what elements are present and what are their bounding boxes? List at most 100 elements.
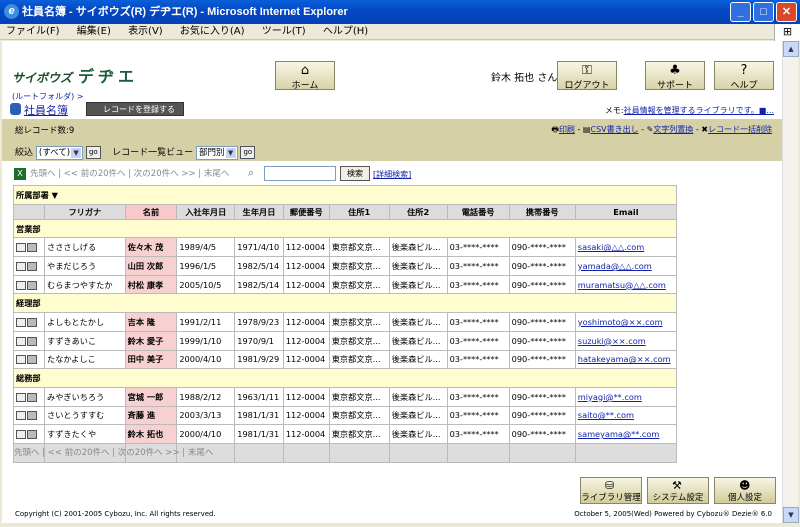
support-button[interactable]: ♣ サポート xyxy=(645,61,705,91)
help-button[interactable]: ? ヘルプ xyxy=(714,61,774,91)
view-go-button[interactable]: go xyxy=(240,146,256,159)
logout-button[interactable]: ⚿ ログアウト xyxy=(557,61,617,91)
email-link[interactable]: yamada@△△.com xyxy=(578,261,652,271)
table-cell[interactable]: miyagi@**.com xyxy=(574,386,678,407)
edit-record-icon[interactable] xyxy=(27,411,37,421)
view-record-icon[interactable] xyxy=(16,392,26,402)
memo-link[interactable]: 社員情報を管理するライブラリです。■... xyxy=(624,106,774,115)
personal-settings-button[interactable]: ☻ 個人設定 xyxy=(714,477,776,504)
vertical-scrollbar[interactable]: ▲ ▼ xyxy=(782,41,799,523)
breadcrumb[interactable]: (ルートフォルダ) > xyxy=(12,91,84,102)
csv-export-link[interactable]: CSV書き出し xyxy=(590,125,638,134)
view-record-icon[interactable] xyxy=(16,280,26,290)
view-record-icon[interactable] xyxy=(16,430,26,440)
view-record-icon[interactable] xyxy=(16,261,26,271)
advanced-search-link[interactable]: [詳細検索] xyxy=(373,169,411,180)
view-record-icon[interactable] xyxy=(16,355,26,365)
close-button[interactable]: ✕ xyxy=(776,2,797,22)
table-row[interactable]: さいとうすすむ 斉藤 進 2003/3/13 1981/1/31 112-0004 東京都… xyxy=(12,405,678,426)
menu-favorites[interactable]: お気に入り(A) xyxy=(180,26,245,37)
table-row[interactable]: むらまつやすたか 村松 康孝 2005/10/5 1982/5/14 112-0004 東… xyxy=(12,274,678,295)
scroll-down-icon[interactable]: ▼ xyxy=(783,507,799,523)
system-settings-button[interactable]: ⚒ システム設定 xyxy=(647,477,709,504)
table-cell[interactable]: muramatsu@△△.com xyxy=(574,274,678,295)
table-cell[interactable]: suzuki@××.com xyxy=(574,330,678,351)
column-header[interactable]: 住所1 xyxy=(328,203,390,220)
table-cell[interactable]: saito@**.com xyxy=(574,405,678,426)
search-input[interactable] xyxy=(264,166,336,181)
page-content: サイボウズ デヂエ ⌂ ホーム 鈴木 拓也 さん ⚿ ログアウト ♣ サポート ? ヘルプ… xyxy=(2,41,782,523)
menu-edit[interactable]: 編集(E) xyxy=(77,26,111,37)
email-link[interactable]: suzuki@××.com xyxy=(578,336,646,346)
email-link[interactable]: saito@**.com xyxy=(578,410,634,420)
table-cell[interactable]: hatakeyama@××.com xyxy=(574,349,678,370)
minimize-button[interactable]: _ xyxy=(730,2,751,22)
home-button[interactable]: ⌂ ホーム xyxy=(275,61,335,91)
edit-record-icon[interactable] xyxy=(27,336,37,346)
print-link[interactable]: 印刷 xyxy=(559,125,575,134)
cell-value: 後楽森ビル... xyxy=(391,335,441,346)
bulk-delete-link[interactable]: レコード一括削除 xyxy=(708,125,772,134)
sort-icon[interactable]: ▼ xyxy=(52,190,58,200)
table-cell[interactable]: yoshimoto@××.com xyxy=(574,312,678,332)
view-record-icon[interactable] xyxy=(16,317,26,327)
table-row[interactable]: みやぎいちろう 宮城 一郎 1988/2/12 1963/1/11 112-0004 東京… xyxy=(12,386,678,407)
email-link[interactable]: yoshimoto@××.com xyxy=(578,317,663,327)
edit-record-icon[interactable] xyxy=(27,392,37,402)
table-cell[interactable]: sasaki@△△.com xyxy=(574,237,678,258)
column-header[interactable]: フリガナ xyxy=(44,203,126,220)
edit-record-icon[interactable] xyxy=(27,355,37,365)
excel-icon[interactable]: X xyxy=(14,167,26,180)
email-link[interactable]: sameyama@**.com xyxy=(578,429,660,439)
column-header[interactable]: 生年月日 xyxy=(234,203,284,220)
menu-file[interactable]: ファイル(F) xyxy=(6,26,60,37)
view-record-icon[interactable] xyxy=(16,336,26,346)
table-row[interactable]: やまだじろう 山田 次郎 1996/1/5 1982/5/14 112-0004 東京都文… xyxy=(12,256,678,276)
filter-label: 絞込 xyxy=(15,148,34,158)
filter-go-button[interactable]: go xyxy=(85,146,101,159)
email-link[interactable]: hatakeyama@××.com xyxy=(578,354,671,364)
menu-tools[interactable]: ツール(T) xyxy=(262,26,306,37)
maximize-button[interactable]: □ xyxy=(753,2,774,22)
column-header[interactable]: 住所2 xyxy=(388,203,448,220)
table-row[interactable]: すずきあいこ 鈴木 愛子 1999/1/10 1970/9/1 112-0004 東京都文… xyxy=(12,330,678,351)
replace-link[interactable]: 文字列置換 xyxy=(653,125,693,134)
search-button[interactable]: 検索 xyxy=(340,166,370,181)
edit-record-icon[interactable] xyxy=(27,317,37,327)
cell-value: すずきたくや xyxy=(47,429,97,440)
register-record-button[interactable]: レコードを登録する xyxy=(86,102,184,116)
edit-record-icon[interactable] xyxy=(27,243,37,253)
email-link[interactable]: miyagi@**.com xyxy=(578,392,642,402)
table-row[interactable]: たなかよしこ 田中 美子 2000/4/10 1981/9/29 112-0004 東京都… xyxy=(12,349,678,370)
view-record-icon[interactable] xyxy=(16,411,26,421)
table-cell[interactable]: sameyama@**.com xyxy=(574,424,678,444)
library-admin-button[interactable]: ⛁ ライブラリ管理 xyxy=(580,477,642,504)
view-select[interactable]: 部門別 xyxy=(196,145,238,160)
table-cell: 2003/3/13 xyxy=(176,405,236,426)
edit-record-icon[interactable] xyxy=(27,430,37,440)
table-row[interactable]: さささしげる 佐々木 茂 1989/4/5 1971/4/10 112-0004 東京都文… xyxy=(12,237,678,258)
email-link[interactable]: muramatsu@△△.com xyxy=(578,280,666,290)
table-row[interactable]: すずきたくや 鈴木 拓也 2000/4/10 1981/1/31 112-0004 東京都… xyxy=(12,424,678,444)
view-record-icon[interactable] xyxy=(16,243,26,253)
edit-record-icon[interactable] xyxy=(27,280,37,290)
column-header[interactable]: 入社年月日 xyxy=(176,203,236,220)
support-label: サポート xyxy=(656,81,693,91)
table-cell[interactable]: yamada@△△.com xyxy=(574,256,678,276)
menu-view[interactable]: 表示(V) xyxy=(128,26,163,37)
column-header[interactable]: 郵便番号 xyxy=(282,203,330,220)
page-title[interactable]: 社員名簿 xyxy=(10,102,68,118)
column-header[interactable]: 電話番号 xyxy=(446,203,510,220)
menu-help[interactable]: ヘルプ(H) xyxy=(323,26,368,37)
column-header[interactable]: 携帯番号 xyxy=(508,203,576,220)
column-header[interactable]: 名前 xyxy=(124,203,178,220)
pager-top-text[interactable]: 先頭へ | << 前の20件へ | 次の20件へ >> | 末尾へ xyxy=(30,169,229,179)
row-actions xyxy=(12,424,46,444)
pager-bottom[interactable]: 先頭へ | << 前の20件へ | 次の20件へ >> | 末尾へ xyxy=(14,446,213,458)
edit-record-icon[interactable] xyxy=(27,261,37,271)
scroll-up-icon[interactable]: ▲ xyxy=(783,41,799,57)
table-row[interactable]: よしもとたかし 吉本 隆 1991/2/11 1978/9/23 112-0004 東京都… xyxy=(12,312,678,332)
column-header[interactable]: Email xyxy=(574,203,678,220)
filter-select[interactable]: (すべて) xyxy=(35,145,84,160)
email-link[interactable]: sasaki@△△.com xyxy=(578,242,644,252)
